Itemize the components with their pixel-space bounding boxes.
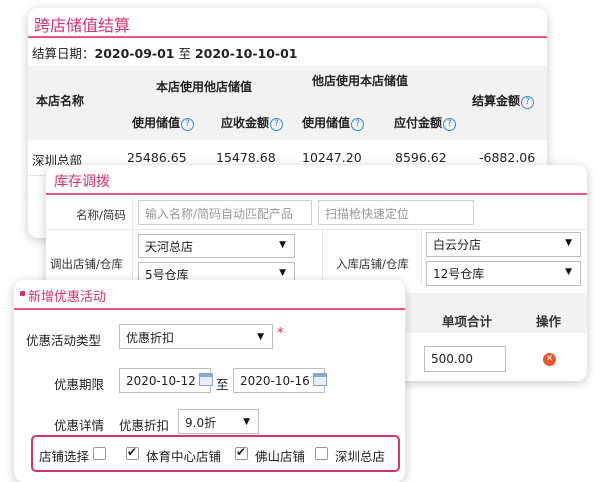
period-to-value: 2020-10-16: [240, 374, 310, 388]
settlement-table-header: 本店名称 本店使用他店储值 他店使用本店储值 结算金额? 使用储值? 应收金额?…: [28, 66, 547, 140]
required-mark: *: [277, 326, 284, 341]
store-checkbox-1[interactable]: [235, 445, 248, 460]
divider: [132, 196, 133, 228]
period-from-value: 2020-10-12: [126, 374, 196, 388]
in-store-select[interactable]: 白云分店 ▼: [426, 232, 581, 257]
date-separator: 至: [178, 46, 191, 61]
dropdown-arrow-icon: ▼: [243, 417, 250, 427]
col-used-value-b: 使用储值?: [302, 114, 365, 131]
in-store-label: 入库店铺/仓库: [336, 257, 409, 271]
help-icon[interactable]: ?: [270, 118, 284, 131]
bullet-icon: [20, 291, 25, 296]
settlement-date-range: 结算日期：2020-09-01 至 2020-10-10-01: [32, 43, 298, 62]
store-name-2: 深圳总店: [335, 449, 386, 464]
out-store-value: 天河总店: [145, 240, 194, 254]
calendar-icon[interactable]: [312, 373, 327, 386]
store-selection-box: 店铺选择 体育中心店铺 佛山店铺 深圳总店: [31, 435, 400, 472]
cell-payable: 8596.62: [395, 150, 447, 165]
col-store-name: 本店名称: [36, 94, 85, 108]
period-from-input[interactable]: 2020-10-12: [119, 368, 213, 393]
help-icon[interactable]: ?: [181, 118, 195, 131]
col-payable: 应付金额?: [394, 114, 457, 131]
divider: [132, 230, 133, 284]
dropdown-arrow-icon: ▼: [565, 238, 572, 248]
settlement-title: 跨店储值结算: [34, 16, 131, 35]
store-select-label: 店铺选择: [39, 449, 90, 464]
promo-type-value: 优惠折扣: [126, 331, 175, 345]
inventory-title: 库存调拨: [54, 174, 110, 190]
cell-receivable: 15478.68: [216, 150, 276, 165]
promotion-title-bar: 新增优惠活动: [14, 280, 405, 310]
col-subtotal: 单项合计: [442, 314, 493, 329]
inventory-title-bar: 库存调拨: [46, 165, 587, 195]
store-name-1: 佛山店铺: [255, 449, 306, 464]
in-store-value: 白云分店: [433, 238, 482, 252]
detail-label: 优惠详情: [54, 418, 105, 433]
cell-used-b: 10247.20: [302, 150, 362, 165]
divider: [322, 230, 323, 284]
checkbox-icon[interactable]: [93, 447, 106, 460]
col-used-value-a: 使用储值?: [132, 114, 195, 131]
help-icon[interactable]: ?: [443, 118, 457, 131]
subtotal-field[interactable]: 500.00: [424, 346, 506, 372]
col-used-value-b-label: 使用储值: [302, 116, 351, 130]
divider: [46, 229, 587, 230]
settlement-title-bar: 跨店储值结算: [28, 8, 547, 38]
col-payable-label: 应付金额: [394, 116, 443, 130]
period-label: 优惠期限: [54, 377, 105, 392]
col-action: 操作: [536, 314, 562, 329]
store-checkbox-0[interactable]: [126, 445, 139, 460]
name-label: 名称/简码: [76, 208, 126, 222]
period-separator: 至: [216, 377, 229, 392]
dropdown-arrow-icon: ▼: [279, 268, 286, 278]
discount-select[interactable]: 9.0折 ▼: [178, 409, 259, 434]
store-name-0: 体育中心店铺: [146, 449, 222, 464]
product-search-input[interactable]: 输入名称/简码自动匹配产品: [138, 200, 312, 225]
delete-icon[interactable]: ✕: [543, 353, 556, 366]
scan-input[interactable]: 扫描枪快速定位: [318, 200, 474, 225]
period-to-input[interactable]: 2020-10-16: [233, 368, 327, 393]
col-used-value-a-label: 使用储值: [132, 116, 181, 130]
out-store-label: 调出店铺/仓库: [50, 257, 123, 271]
date-to: 2020-10-10-01: [194, 46, 298, 61]
store-checkbox-2[interactable]: [315, 447, 328, 460]
promotion-panel: 新增优惠活动 优惠活动类型 优惠折扣 ▼ * 优惠期限 2020-10-12 至 …: [14, 280, 405, 482]
in-warehouse-value: 12号仓库: [433, 267, 485, 281]
col-amount-label: 结算金额: [472, 94, 521, 108]
cell-used-a: 25486.65: [127, 150, 187, 165]
help-icon[interactable]: ?: [521, 96, 535, 109]
help-icon[interactable]: ?: [351, 118, 365, 131]
date-label: 结算日期：: [32, 46, 95, 61]
discount-label: 优惠折扣: [119, 418, 170, 433]
col-receivable-label: 应收金额: [221, 116, 270, 130]
out-store-select[interactable]: 天河总店 ▼: [138, 234, 295, 258]
date-from: 2020-09-01: [94, 46, 175, 61]
promotion-title: 新增优惠活动: [28, 290, 107, 305]
in-warehouse-select[interactable]: 12号仓库 ▼: [426, 261, 581, 286]
col-other-group: 他店使用本店储值: [312, 74, 409, 88]
cell-amount: -6882.06: [479, 150, 536, 165]
calendar-icon[interactable]: [198, 373, 213, 386]
discount-value: 9.0折: [185, 416, 217, 430]
dropdown-arrow-icon: ▼: [279, 240, 286, 250]
col-amount: 结算金额?: [472, 92, 535, 109]
dropdown-arrow-icon: ▼: [565, 267, 572, 277]
col-receivable: 应收金额?: [221, 114, 284, 131]
dropdown-arrow-icon: ▼: [257, 332, 264, 342]
divider: [421, 230, 422, 284]
promo-type-label: 优惠活动类型: [26, 333, 102, 348]
col-own-group: 本店使用他店储值: [156, 80, 253, 94]
promo-type-select[interactable]: 优惠折扣 ▼: [119, 324, 273, 349]
